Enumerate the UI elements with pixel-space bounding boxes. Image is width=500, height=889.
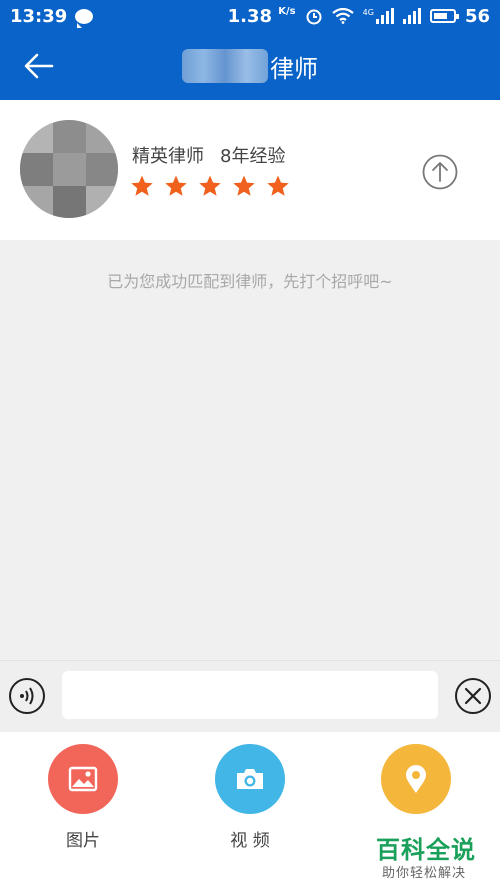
page-title: 律师: [270, 54, 318, 83]
attach-location-circle: [381, 744, 451, 814]
match-hint: 已为您成功匹配到律师，先打个招呼吧~: [107, 272, 393, 291]
star-icon: [199, 175, 221, 196]
network-speed-unit: K/s: [278, 5, 296, 17]
cellular-signal-icon: [402, 8, 421, 24]
battery-level: 56: [464, 5, 490, 27]
chat-area[interactable]: 已为您成功匹配到律师，先打个招呼吧~: [0, 240, 500, 660]
lawyer-avatar[interactable]: [20, 120, 118, 218]
input-bar: [0, 660, 500, 732]
nav-title-group: 律师: [0, 32, 500, 100]
cellular-4g-signal-icon: 4G: [363, 8, 394, 24]
attach-location-button[interactable]: [376, 744, 456, 826]
voice-input-icon[interactable]: [8, 677, 46, 715]
lawyer-card: 精英律师 8年经验: [0, 100, 500, 240]
watermark-brand: 百科全说: [376, 836, 476, 864]
network-speed-value: 1.38: [227, 5, 272, 27]
watermark: 百科全说 助你轻松解决: [372, 828, 496, 886]
status-time: 13:39: [10, 5, 68, 27]
watermark-tagline: 助你轻松解决: [382, 866, 467, 881]
rating-stars: [130, 174, 290, 198]
image-icon: [68, 766, 98, 792]
attach-video-button[interactable]: 视 频: [210, 744, 290, 851]
attach-image-label: 图片: [66, 831, 100, 851]
status-indicators: 1.38 K/s 4G 56: [228, 6, 490, 27]
nav-bar: 律师: [0, 32, 500, 100]
network-type-label: 4G: [362, 8, 374, 17]
attach-video-circle: [215, 744, 285, 814]
attach-image-button[interactable]: 图片: [43, 744, 123, 851]
attach-video-label: 视 频: [230, 831, 270, 851]
wifi-icon: [331, 8, 354, 24]
alarm-icon: [306, 9, 322, 25]
battery-icon: [429, 9, 459, 23]
camera-icon: [237, 769, 263, 789]
blurred-lawyer-name: [182, 49, 268, 83]
message-notification-icon: [75, 8, 94, 28]
star-icon: [165, 175, 187, 196]
status-bar: 13:39 1.38 K/s 4G 56: [0, 0, 500, 32]
close-circle-icon[interactable]: [454, 677, 492, 715]
lawyer-title: 精英律师: [132, 146, 204, 167]
arrow-up-circle-icon[interactable]: [422, 154, 458, 190]
star-icon: [233, 175, 255, 196]
star-icon: [131, 175, 153, 196]
lawyer-experience: 8年经验: [220, 146, 286, 167]
star-icon: [267, 175, 289, 196]
attach-image-circle: [48, 744, 118, 814]
location-icon: [406, 765, 426, 793]
network-speed: 1.38 K/s: [228, 6, 296, 27]
message-input[interactable]: [62, 671, 438, 719]
